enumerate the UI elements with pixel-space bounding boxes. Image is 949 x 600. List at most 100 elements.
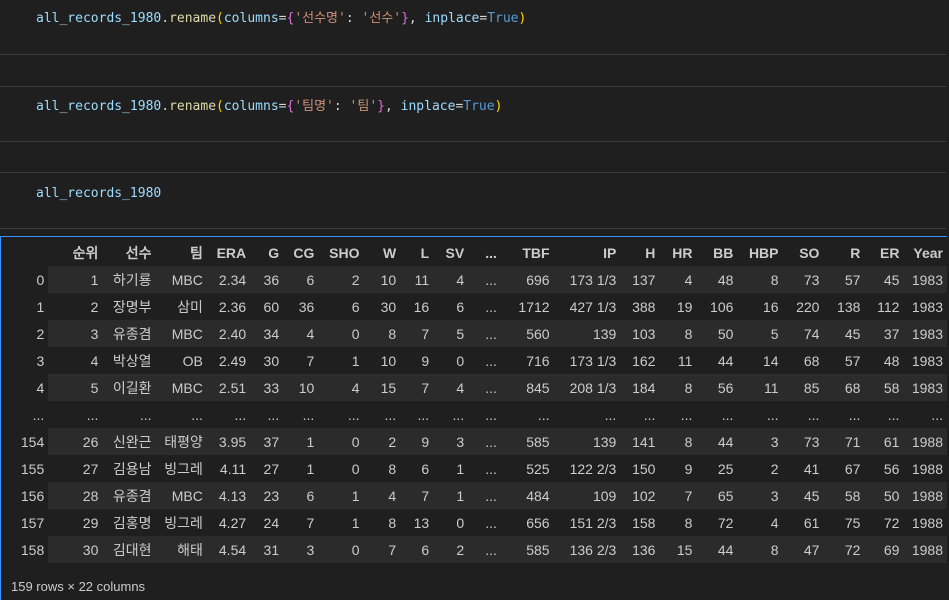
table-cell: ... [468, 428, 501, 455]
table-cell: 10 [363, 266, 401, 293]
table-cell: ... [234, 406, 247, 423]
table-cell: 6 [351, 298, 360, 315]
table-cell: 60 [263, 298, 280, 315]
table-cell: ... [468, 536, 501, 563]
code-token: ( [216, 99, 224, 114]
table-cell: ... [468, 374, 501, 401]
table-cell: 4 [318, 374, 364, 401]
table-cell: 158 [632, 514, 656, 531]
table-cell: 58 [864, 374, 904, 401]
table-cell: 1 [283, 428, 319, 455]
table-cell: 69 [864, 536, 904, 563]
table-cell: 33 [250, 374, 284, 401]
table-cell: 1983 [911, 298, 943, 315]
table-cell: 427 1/3 [569, 298, 617, 315]
table-cell: 151 2/3 [569, 514, 617, 531]
table-cell: 15 [363, 374, 401, 401]
code-token: all_records_1980 [36, 11, 162, 26]
table-cell: 2 [433, 536, 469, 563]
table-cell: 25 [717, 460, 734, 477]
table-cell: 208 1/3 [553, 374, 621, 401]
table-cell: 44 [696, 428, 738, 455]
table-row: 158 30 김대현 해태 4.54 31 3 0 7 6 2... 585 136 2/3 136 15 4… [11, 536, 947, 563]
table-cell: 1 [351, 352, 360, 369]
table-cell: 29 [82, 514, 99, 531]
column-header: ER [864, 239, 904, 266]
table-cell: ... [485, 406, 497, 423]
column-header: HBP [737, 239, 783, 266]
table-cell: ... [807, 406, 820, 423]
table-cell: 유종겸 [102, 482, 156, 509]
output-area: 순위 선수 팀 ERA G CG SHO W L SV... TBF IP H HR BB HBP SO R ER Y… [0, 236, 947, 600]
table-cell: 6 [456, 298, 465, 315]
table-cell: 150 [632, 460, 656, 477]
code-token: True [487, 11, 519, 26]
table-cell: 716 [526, 352, 550, 369]
table-cell: 109 [553, 482, 621, 509]
table-cell: ... [931, 406, 943, 423]
table-cell: 3 [48, 320, 103, 347]
table-cell: 2.36 [218, 298, 247, 315]
table-cell: ... [417, 406, 430, 423]
table-cell: 71 [823, 428, 865, 455]
table-cell: 11 [677, 352, 693, 369]
table-cell: 7 [363, 536, 401, 563]
table-cell: 45 [864, 266, 904, 293]
table-cell: 67 [844, 460, 861, 477]
column-header: BB [696, 239, 738, 266]
code-token: ( [216, 11, 224, 26]
table-cell: ... [680, 406, 693, 423]
table-row: ........................................… [11, 401, 947, 428]
table-cell: MBC [155, 482, 207, 509]
table-cell: 27 [82, 460, 99, 477]
table-cell: 26 [48, 428, 103, 455]
column-header: SHO [318, 239, 364, 266]
code-cell-1[interactable]: all_records_1980.rename(columns={'선수명': … [0, 0, 946, 55]
column-header: SO [782, 239, 824, 266]
table-body: 0 1 하기룡 MBC 2.34 36 6 2 10 11 4... 696 173 1/3 137 4 48… [11, 266, 947, 563]
table-cell: ... [485, 298, 497, 315]
column-header: IP [553, 239, 621, 266]
table-cell: 72 [883, 514, 900, 531]
table-cell: 1983 [903, 266, 947, 293]
code-cell-3[interactable]: all_records_1980 [0, 172, 946, 229]
code-token: '팀' [349, 99, 378, 114]
table-cell: 73 [782, 266, 824, 293]
table-cell: 85 [782, 374, 824, 401]
table-cell: 2 [318, 266, 364, 293]
table-cell: 4.54 [206, 536, 251, 563]
table-cell: 37 [864, 320, 904, 347]
row-index: 158 [20, 541, 45, 558]
dataframe-table: 순위 선수 팀 ERA G CG SHO W L SV... TBF IP H HR BB HBP SO R ER Y… [11, 239, 947, 563]
table-cell: 47 [782, 536, 824, 563]
table-cell: 30 [380, 298, 397, 315]
code-cell-2[interactable]: all_records_1980.rename(columns={'팀명': '… [0, 86, 946, 142]
table-cell: 5 [737, 320, 783, 347]
table-cell: 8 [684, 514, 693, 531]
table-cell: 3 [737, 428, 783, 455]
table-cell: 72 [823, 536, 865, 563]
code-token: inplace [424, 11, 480, 26]
code-token: '선수명' [294, 11, 346, 26]
table-cell: 1712 [518, 298, 550, 315]
table-row: 157 29 김홍명 빙그레 4.27 24 7 1 8 13 0... 656 151 2/3 158 8… [11, 509, 947, 536]
table-cell: 7 [306, 514, 315, 531]
code-line[interactable]: all_records_1980 [36, 186, 161, 202]
table-cell: ... [887, 406, 900, 423]
table-cell: 0 [351, 460, 360, 477]
table-cell: 9 [684, 460, 693, 477]
table-cell: 4 [283, 320, 319, 347]
table-cell: 2 [770, 460, 779, 477]
table-cell: 48 [696, 266, 738, 293]
table-cell: 23 [250, 482, 284, 509]
table-cell: 1 [351, 514, 360, 531]
code-line[interactable]: all_records_1980.rename(columns={'팀명': '… [36, 99, 502, 115]
code-line[interactable]: all_records_1980.rename(columns={'선수명': … [36, 11, 526, 27]
table-cell: 845 [500, 374, 554, 401]
table-cell: 173 1/3 [569, 352, 617, 369]
table-cell: 7 [659, 482, 697, 509]
table-cell: 4 [90, 352, 99, 369]
table-cell: 4 [363, 482, 401, 509]
table-cell: 4 [433, 374, 469, 401]
table-cell: 30 [263, 352, 280, 369]
